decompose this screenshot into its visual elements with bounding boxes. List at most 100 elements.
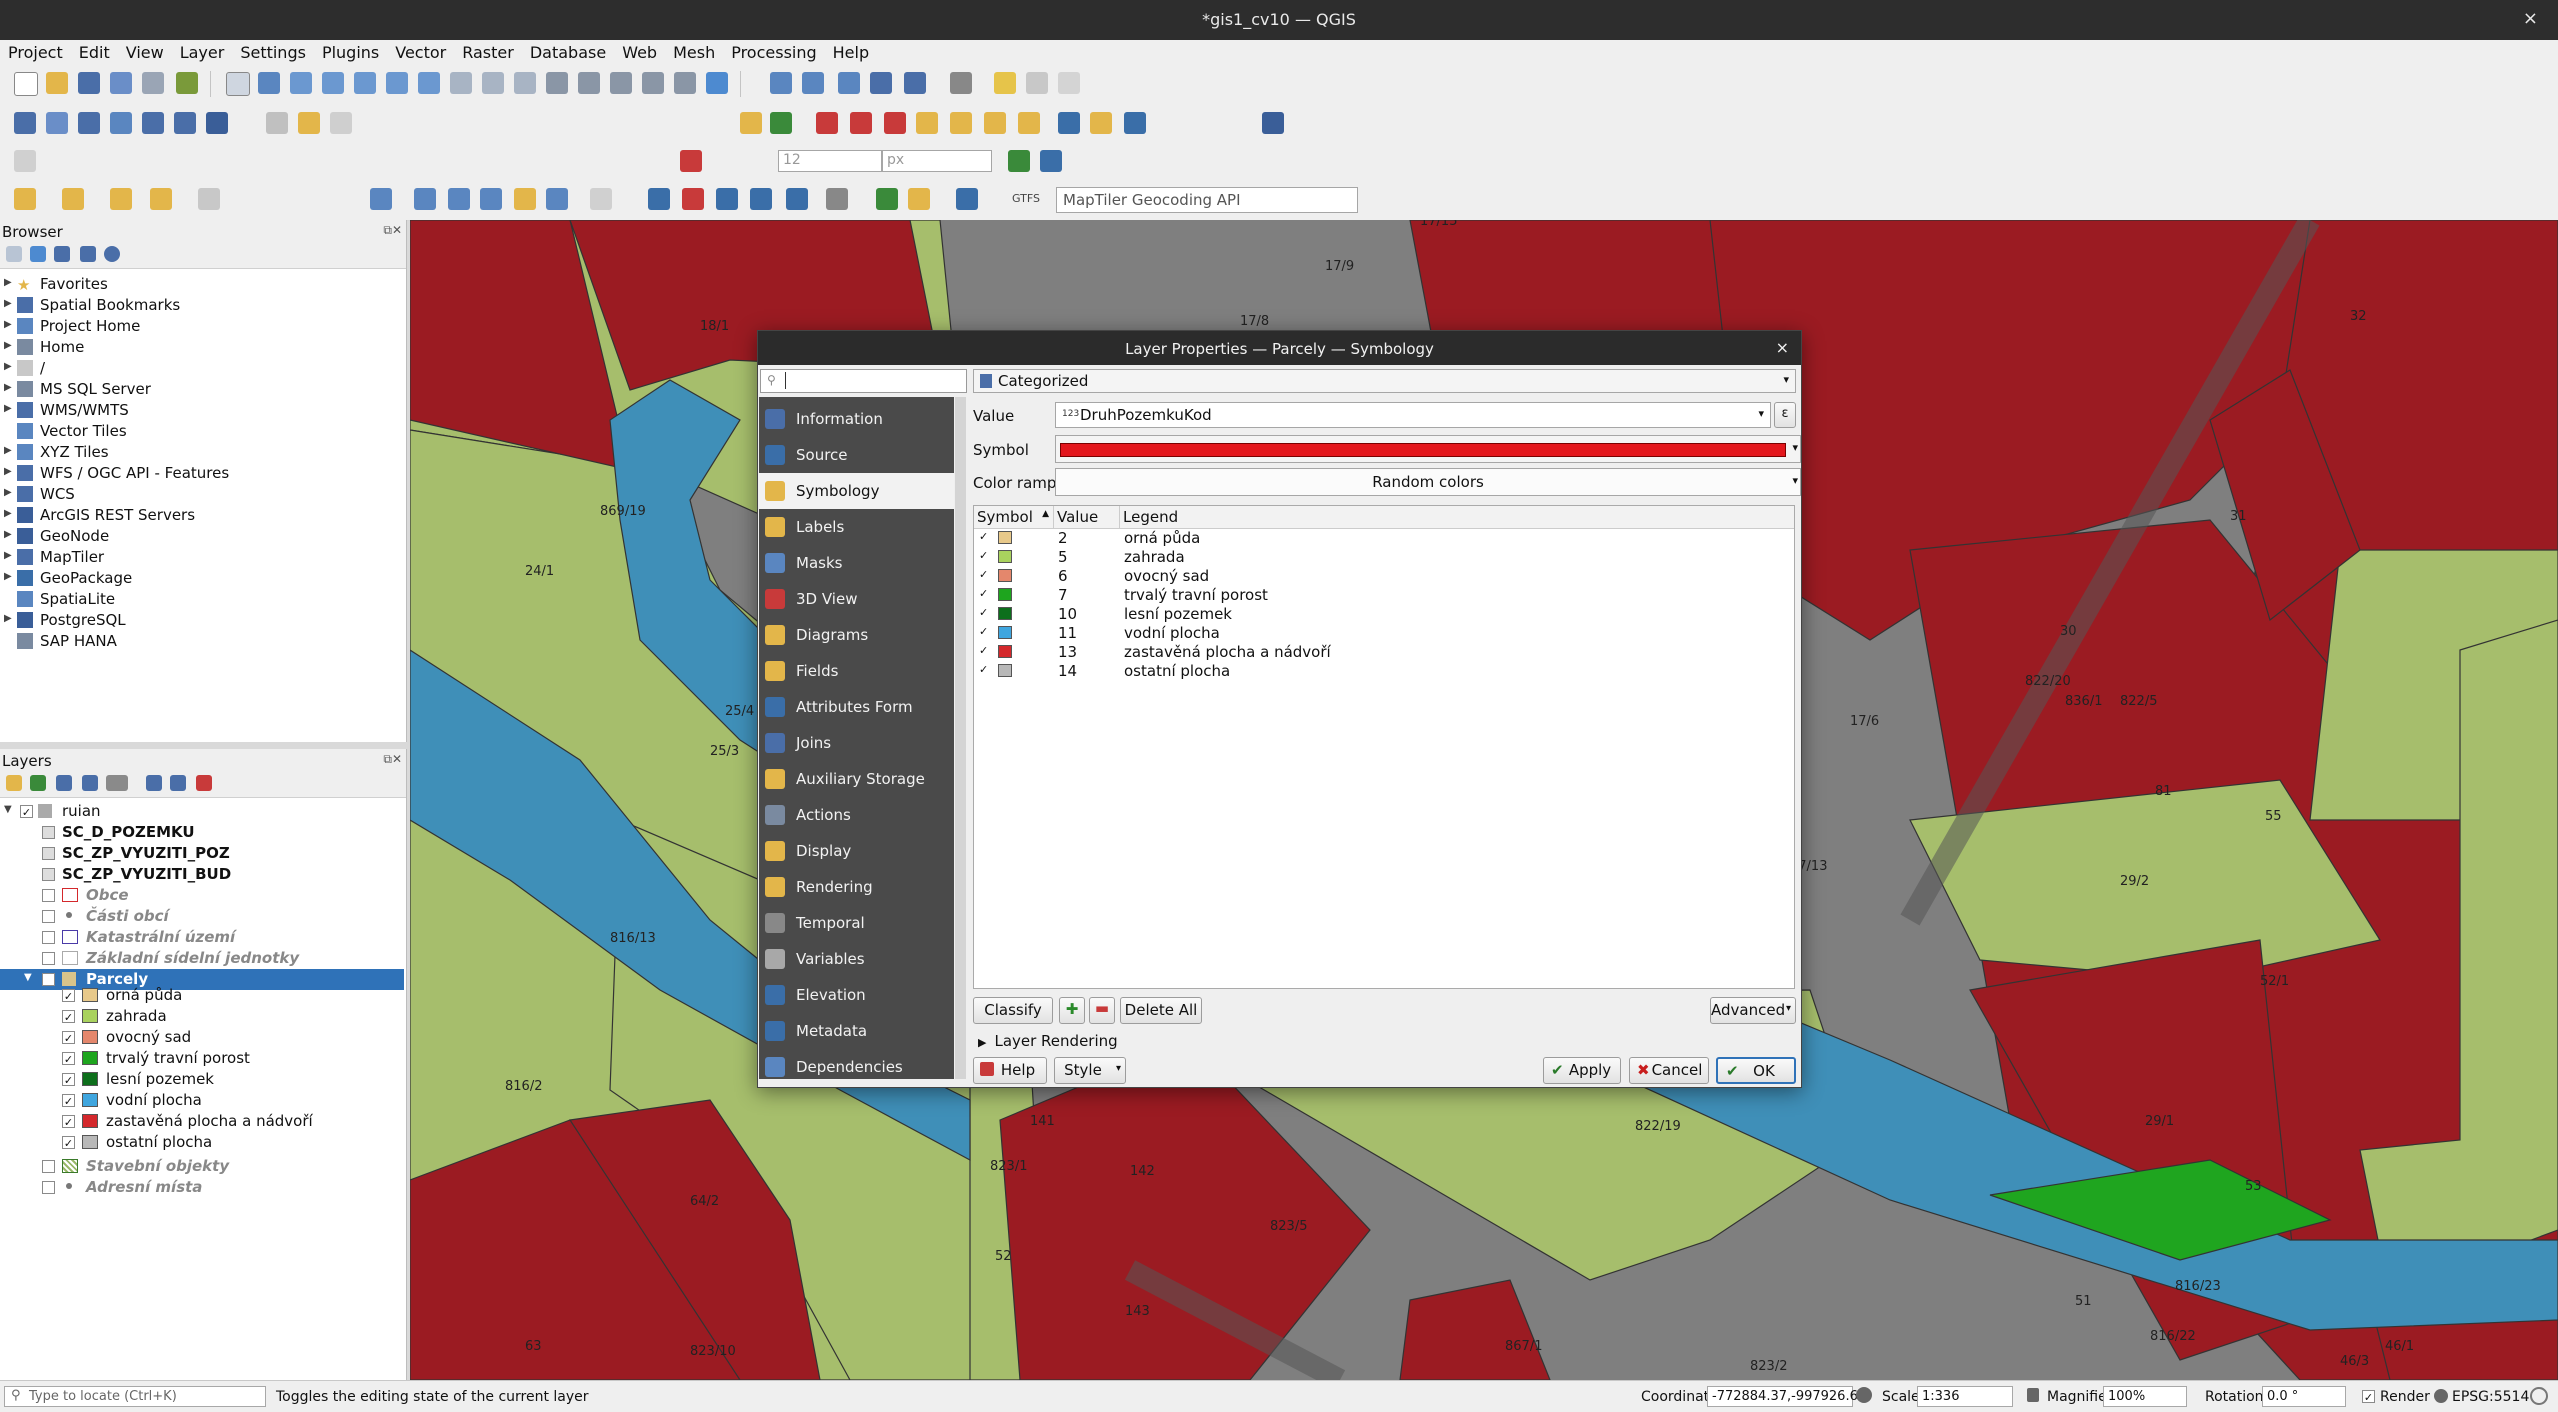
row-symbol-swatch[interactable] [998, 531, 1012, 544]
row-symbol-swatch[interactable] [998, 588, 1012, 601]
new-virtual-layer-icon[interactable] [206, 112, 228, 134]
row-checkbox[interactable]: ✓ [979, 550, 991, 562]
save-edits-icon[interactable] [330, 112, 352, 134]
annotation-polygon-icon[interactable] [448, 188, 470, 210]
plugin-icon[interactable] [1124, 112, 1146, 134]
table-row[interactable]: ✓ 5 zahrada [974, 548, 1794, 567]
nav-item-rendering[interactable]: Rendering [759, 869, 954, 905]
trace-icon[interactable] [1008, 150, 1030, 172]
attribute-table-icon[interactable] [802, 72, 824, 94]
nav-item-masks[interactable]: Masks [759, 545, 954, 581]
select-features-icon[interactable] [14, 188, 36, 210]
grass-icon[interactable] [716, 188, 738, 210]
menu-plugins[interactable]: Plugins [322, 40, 379, 62]
label-properties-icon[interactable] [1018, 112, 1040, 134]
layer-rendering-toggle[interactable]: ▶ Layer Rendering [978, 1032, 1118, 1050]
change-label-icon[interactable] [984, 112, 1006, 134]
nav-item-symbology[interactable]: Symbology [759, 473, 954, 509]
select-location-icon[interactable] [150, 188, 172, 210]
measure-icon[interactable] [950, 72, 972, 94]
deselect-icon[interactable] [110, 188, 132, 210]
pin-labels-icon[interactable] [850, 112, 872, 134]
zoom-to-selection-icon[interactable] [386, 72, 408, 94]
new-geopackage-icon[interactable] [46, 112, 68, 134]
rotation-spinbox[interactable]: 0.0 ° [2262, 1386, 2346, 1407]
new-mesh-icon[interactable] [174, 112, 196, 134]
menu-vector[interactable]: Vector [395, 40, 446, 62]
annotation-text-icon[interactable] [414, 188, 436, 210]
identify-icon[interactable] [770, 72, 792, 94]
panel-float-close-icon[interactable]: ⧉✕ [383, 223, 402, 238]
new-print-layout-icon[interactable] [142, 72, 164, 94]
menu-help[interactable]: Help [833, 40, 869, 62]
new-3d-map-icon[interactable] [578, 72, 600, 94]
zoom-next-icon[interactable] [514, 72, 536, 94]
nav-item-diagrams[interactable]: Diagrams [759, 617, 954, 653]
ruler-icon[interactable] [786, 188, 808, 210]
select-by-value-icon[interactable] [62, 188, 84, 210]
classify-button[interactable]: Classify [973, 997, 1053, 1024]
zoom-out-icon[interactable] [322, 72, 344, 94]
collapse-all-icon[interactable] [80, 246, 96, 262]
nav-item-variables[interactable]: Variables [759, 941, 954, 977]
table-row[interactable]: ✓ 14 ostatní plocha [974, 662, 1794, 681]
annotation-icon[interactable] [1026, 72, 1048, 94]
map-swipe-icon[interactable] [682, 188, 704, 210]
style-manager-icon[interactable] [176, 72, 198, 94]
temporal-controller-icon[interactable] [674, 72, 696, 94]
globe-icon[interactable] [1058, 112, 1080, 134]
new-spatialite-icon[interactable] [110, 112, 132, 134]
menu-view[interactable]: View [126, 40, 164, 62]
show-bookmarks-icon[interactable] [642, 72, 664, 94]
pan-map-icon[interactable] [226, 72, 250, 96]
zoom-last-icon[interactable] [482, 72, 504, 94]
row-checkbox[interactable]: ✓ [979, 588, 991, 600]
lock-icon[interactable] [2027, 1388, 2039, 1402]
current-edits-icon[interactable] [266, 112, 288, 134]
menu-web[interactable]: Web [622, 40, 657, 62]
zoom-native-icon[interactable] [450, 72, 472, 94]
nav-item-attributes-form[interactable]: Attributes Form [759, 689, 954, 725]
cancel-button[interactable]: ✖ Cancel [1629, 1057, 1709, 1084]
row-symbol-swatch[interactable] [998, 569, 1012, 582]
nav-item-joins[interactable]: Joins [759, 725, 954, 761]
refresh-icon[interactable] [30, 246, 46, 262]
georef-icon[interactable] [876, 188, 898, 210]
apply-button[interactable]: ✔ Apply [1543, 1057, 1621, 1084]
row-checkbox[interactable]: ✓ [979, 569, 991, 581]
nav-item-dependencies[interactable]: Dependencies [759, 1049, 954, 1085]
row-symbol-swatch[interactable] [998, 626, 1012, 639]
toggle-extents-icon[interactable] [1856, 1387, 1872, 1403]
diagram-icon[interactable] [816, 112, 838, 134]
category-checkbox[interactable]: ✓ [62, 1115, 75, 1129]
advanced-menu-button[interactable]: Advanced ▾ [1710, 997, 1796, 1024]
add-category-icon[interactable]: ✚ [1059, 997, 1085, 1024]
nav-item-metadata[interactable]: Metadata [759, 1013, 954, 1049]
renderer-select[interactable]: Categorized ▾ [973, 369, 1796, 393]
ok-button[interactable]: ✔ OK [1716, 1057, 1796, 1084]
nav-item-display[interactable]: Display [759, 833, 954, 869]
row-symbol-swatch[interactable] [998, 550, 1012, 563]
menu-layer[interactable]: Layer [180, 40, 225, 62]
geocoder-search-input[interactable]: MapTiler Geocoding API [1056, 187, 1358, 213]
nav-search-input[interactable]: ⚲ [760, 369, 967, 393]
messages-icon[interactable] [2530, 1387, 2548, 1405]
nav-item-fields[interactable]: Fields [759, 653, 954, 689]
remove-category-icon[interactable]: ▬ [1089, 997, 1115, 1024]
annotation-line-icon[interactable] [480, 188, 502, 210]
toolbox-icon[interactable] [904, 72, 926, 94]
crs-icon[interactable] [2434, 1389, 2448, 1403]
filter-expression-icon[interactable] [106, 775, 128, 791]
category-checkbox[interactable]: ✓ [62, 1073, 75, 1087]
layer-styling-icon[interactable] [6, 775, 22, 791]
add-selected-icon[interactable] [6, 246, 22, 262]
zoom-in-icon[interactable] [290, 72, 312, 94]
house-icon[interactable] [826, 188, 848, 210]
nav-item-3d-view[interactable]: 3D View [759, 581, 954, 617]
new-scratch-layer-icon[interactable] [142, 112, 164, 134]
help-button[interactable]: Help [973, 1057, 1047, 1084]
bookmark-icon[interactable] [610, 72, 632, 94]
symbol-button[interactable]: ▾ [1055, 435, 1801, 463]
category-checkbox[interactable]: ✓ [62, 1094, 75, 1108]
snapping-icon[interactable] [1040, 150, 1062, 172]
